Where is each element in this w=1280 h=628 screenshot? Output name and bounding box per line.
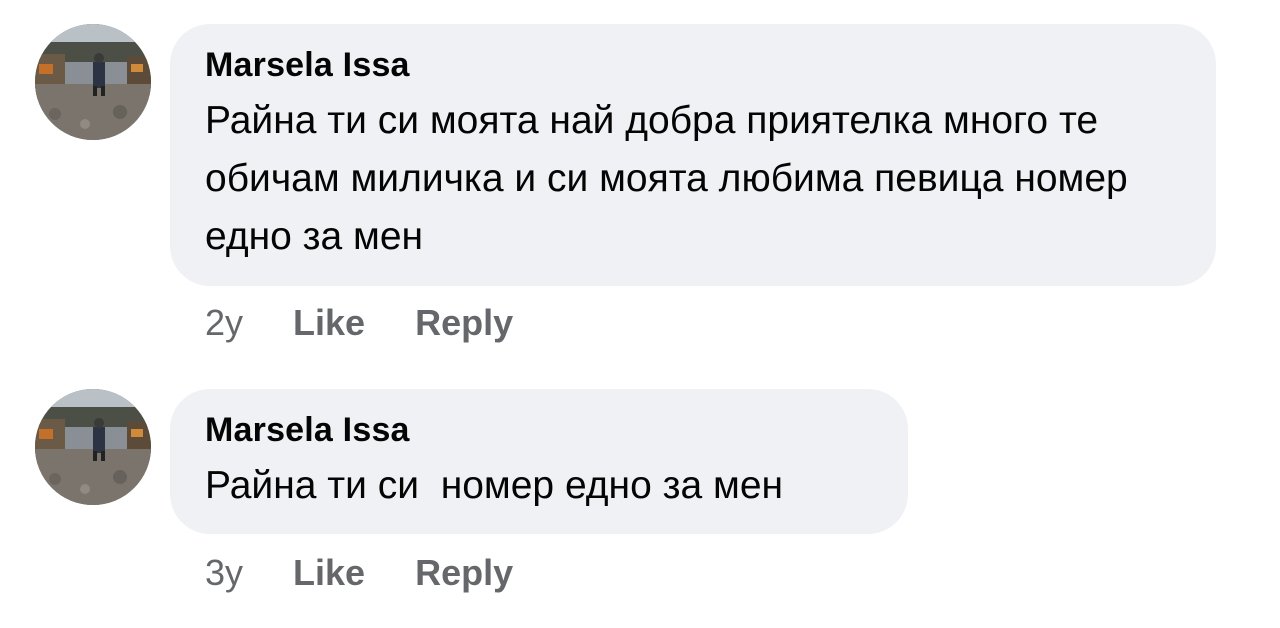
comment-actions: 3y Like Reply xyxy=(205,552,563,594)
reply-button[interactable]: Reply xyxy=(415,302,513,344)
comment-actions: 2y Like Reply xyxy=(205,302,563,344)
like-button[interactable]: Like xyxy=(293,302,365,344)
avatar-photo xyxy=(35,24,151,140)
comment-timestamp[interactable]: 3y xyxy=(205,552,243,594)
avatar[interactable] xyxy=(35,24,151,140)
comment-text: Райна ти си номер едно за мен xyxy=(205,464,784,507)
comment-text: Райна ти си моята най добра приятелка мн… xyxy=(205,99,1139,258)
comment-bubble: Marsela Issa Райна ти си моята най добра… xyxy=(170,24,1216,286)
comment-author[interactable]: Marsela Issa xyxy=(205,409,874,451)
comment-timestamp[interactable]: 2y xyxy=(205,302,243,344)
avatar[interactable] xyxy=(35,389,151,505)
comment-author[interactable]: Marsela Issa xyxy=(205,44,1182,86)
avatar-photo xyxy=(35,389,151,505)
comment-bubble: Marsela Issa Райна ти си номер едно за м… xyxy=(170,389,908,534)
reply-button[interactable]: Reply xyxy=(415,552,513,594)
like-button[interactable]: Like xyxy=(293,552,365,594)
